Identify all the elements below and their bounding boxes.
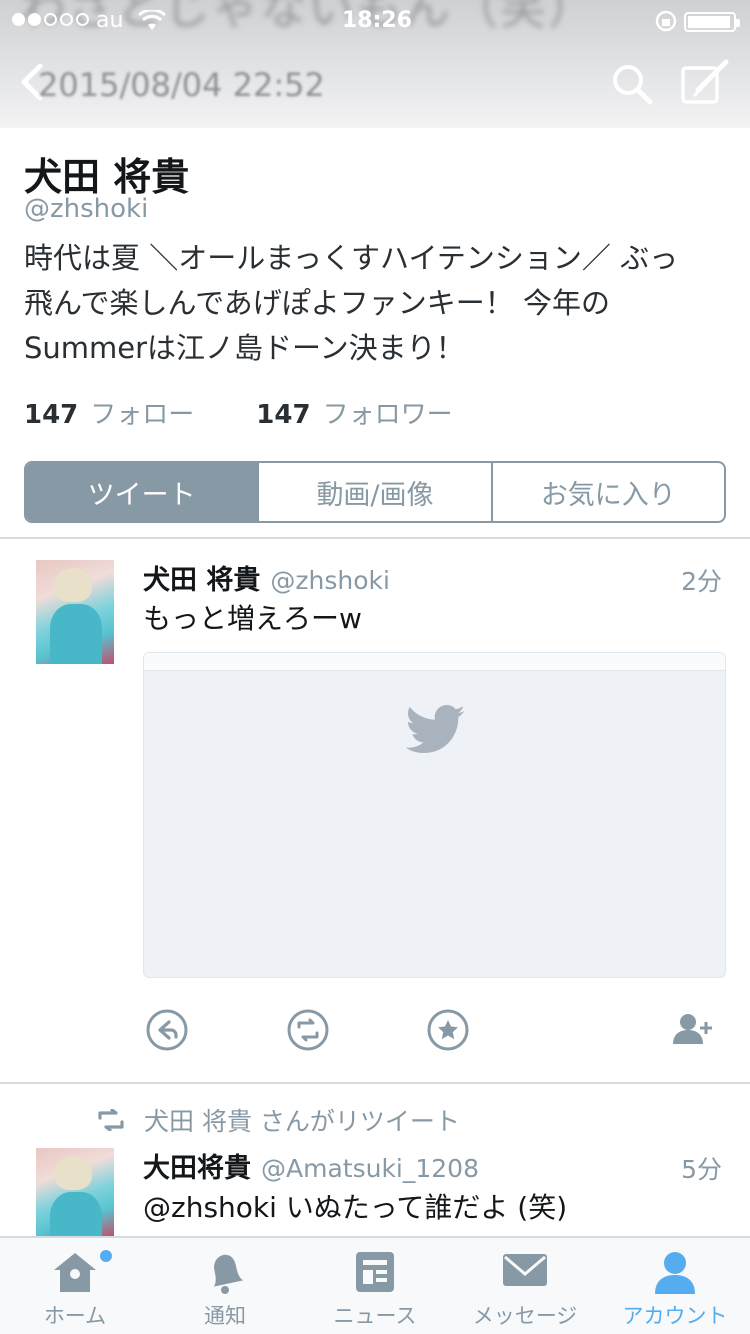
divider <box>0 1082 750 1084</box>
news-icon <box>356 1252 394 1292</box>
signal-strength-icon <box>12 13 89 26</box>
tweet-text: @zhshoki いぬたって誰だよ (笑) <box>143 1191 568 1224</box>
tab-label: 通知 <box>204 1304 246 1328</box>
tab-tweets[interactable]: ツイート <box>26 463 260 521</box>
notification-dot <box>100 1250 112 1262</box>
followers-count: 147 <box>256 400 311 430</box>
following-count: 147 <box>24 400 79 430</box>
profile-handle: @zhshoki <box>24 194 149 224</box>
search-icon <box>613 65 653 105</box>
following-stat[interactable]: 147 フォロー <box>24 394 194 431</box>
tweet-author-name: 大田将貴 <box>143 1153 251 1184</box>
followers-stat[interactable]: 147 フォロワー <box>256 394 452 431</box>
star-icon <box>427 1009 469 1051</box>
profile-header: わざとじゃないもん（笑） au 18:26 2015/08/04 22:52 <box>0 0 750 128</box>
person-icon <box>655 1252 695 1294</box>
tweet-author: 犬田 将貴 @zhshoki <box>143 558 390 597</box>
retweet-note: 犬田 将貴 さんがリツイート <box>96 1102 460 1138</box>
tweet-time: 5分 <box>681 1155 722 1184</box>
avatar[interactable] <box>36 1148 114 1236</box>
compose-tweet-button[interactable] <box>680 58 732 108</box>
favorite-button[interactable] <box>426 1008 470 1052</box>
follow-user-button[interactable] <box>670 1008 714 1052</box>
tab-bar: ホーム 通知 ニュース メッセージ アカウント <box>0 1236 750 1334</box>
tab-label: メッセージ <box>472 1304 578 1328</box>
tweet-author: 大田将貴 @Amatsuki_1208 <box>143 1146 479 1185</box>
bell-icon <box>213 1254 244 1294</box>
divider <box>0 537 750 539</box>
profile-tabs: ツイート 動画/画像 お気に入り <box>24 461 726 523</box>
tab-label: ホーム <box>43 1304 107 1328</box>
header-date: 2015/08/04 22:52 <box>38 66 325 104</box>
tab-news[interactable]: ニュース <box>300 1238 450 1334</box>
search-button[interactable] <box>608 60 656 108</box>
tab-messages[interactable]: メッセージ <box>450 1238 600 1334</box>
avatar[interactable] <box>36 560 114 664</box>
compose-icon <box>681 59 729 104</box>
retweet-icon <box>98 1109 124 1131</box>
bio-line: 飛んで楽しんであげぽよファンキー！ 今年の <box>24 286 611 320</box>
tweet-time: 2分 <box>681 567 722 596</box>
tab-notifications[interactable]: 通知 <box>150 1238 300 1334</box>
profile-stats: 147 フォロー 147 フォロワー <box>24 394 453 431</box>
status-time: 18:26 <box>342 8 413 33</box>
tweet-author-handle: @Amatsuki_1208 <box>261 1154 479 1183</box>
tweet-text: もっと増えろーw <box>143 602 362 635</box>
tab-label: ニュース <box>333 1304 417 1328</box>
status-bar: au 18:26 <box>0 0 750 40</box>
wifi-icon <box>137 8 167 38</box>
media-card-header <box>144 653 725 671</box>
battery-icon <box>684 12 740 32</box>
tweet-author-name: 犬田 将貴 <box>143 565 261 596</box>
tab-account[interactable]: アカウント <box>600 1238 750 1334</box>
tab-label: アカウント <box>622 1304 728 1328</box>
tweet-actions <box>0 1008 750 1056</box>
bio-line: Summerは江ノ島ドーン決まり！ <box>24 331 465 365</box>
carrier-label: au <box>96 8 124 33</box>
retweet-button[interactable] <box>286 1008 330 1052</box>
reply-icon <box>146 1009 188 1051</box>
twitter-bird-icon <box>406 705 465 753</box>
retweet-note-text: 犬田 将貴 さんがリツイート <box>144 1107 460 1136</box>
reply-button[interactable] <box>145 1008 189 1052</box>
tab-home[interactable]: ホーム <box>0 1238 150 1334</box>
envelope-icon <box>503 1254 547 1286</box>
rotation-lock-icon <box>654 9 678 39</box>
home-icon <box>54 1253 96 1292</box>
retweet-icon <box>287 1009 329 1051</box>
bio-line: 時代は夏 ＼オールまっくすハイテンション／ ぶっ <box>24 241 679 275</box>
tab-favorites[interactable]: お気に入り <box>493 463 724 521</box>
add-user-icon <box>673 1014 712 1044</box>
tweet-author-handle: @zhshoki <box>270 566 390 595</box>
followers-label: フォロワー <box>322 400 453 430</box>
profile-bio: 時代は夏 ＼オールまっくすハイテンション／ ぶっ 飛んで楽しんであげぽよファンキ… <box>24 236 724 371</box>
tab-media[interactable]: 動画/画像 <box>259 463 493 521</box>
media-card[interactable] <box>143 652 726 978</box>
following-label: フォロー <box>90 400 195 430</box>
profile-name: 犬田 将貴 <box>24 155 190 199</box>
